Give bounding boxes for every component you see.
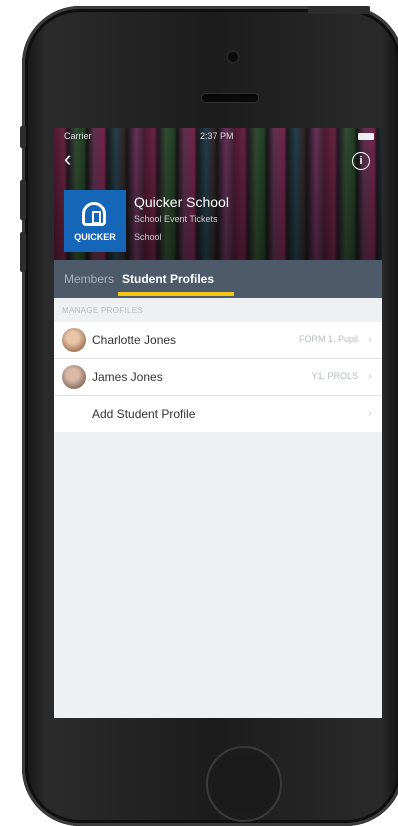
avatar <box>62 365 86 389</box>
battery-icon <box>358 133 374 140</box>
volume-down-button <box>20 232 26 272</box>
school-logo: QUICKER <box>64 190 126 252</box>
active-tab-indicator <box>118 292 234 296</box>
chevron-right-icon: › <box>368 369 372 383</box>
earpiece-speaker <box>202 94 258 102</box>
info-icon[interactable]: i <box>352 152 370 170</box>
section-header: MANAGE PROFILES <box>54 304 382 318</box>
carrier-label: Carrier <box>64 131 92 141</box>
power-button <box>308 6 370 14</box>
status-bar: Carrier 2:37 PM <box>54 131 382 145</box>
volume-up-button <box>20 180 26 220</box>
section-header-label: MANAGE PROFILES <box>62 306 143 315</box>
school-name: Quicker School <box>134 194 229 210</box>
logo-text: QUICKER <box>74 232 116 242</box>
add-student-profile-label: Add Student Profile <box>92 407 196 421</box>
front-camera <box>228 52 238 62</box>
chevron-right-icon: › <box>368 332 372 346</box>
status-time: 2:37 PM <box>200 131 234 141</box>
profile-row-charlotte[interactable]: Charlotte Jones FORM 1, Pupil › <box>54 322 382 359</box>
profile-name: James Jones <box>92 370 163 384</box>
app-screen: Carrier 2:37 PM ‹ i QUICKER Quicker Scho… <box>54 128 382 718</box>
profile-detail: Y1, PROLS <box>311 371 358 381</box>
profile-row-james[interactable]: James Jones Y1, PROLS › <box>54 359 382 396</box>
avatar <box>62 328 86 352</box>
chevron-right-icon: › <box>368 406 372 420</box>
home-button[interactable] <box>206 746 282 822</box>
tab-members[interactable]: Members <box>64 260 114 298</box>
school-subtitle-2: School <box>134 232 162 242</box>
school-subtitle: School Event Tickets <box>134 214 218 224</box>
mute-switch <box>20 126 26 148</box>
add-student-profile-row[interactable]: Add Student Profile › <box>54 396 382 432</box>
back-icon[interactable]: ‹ <box>64 146 71 172</box>
house-icon <box>82 202 106 226</box>
profile-detail: FORM 1, Pupil <box>298 334 358 344</box>
profile-list: Charlotte Jones FORM 1, Pupil › James Jo… <box>54 322 382 432</box>
profile-name: Charlotte Jones <box>92 333 177 347</box>
